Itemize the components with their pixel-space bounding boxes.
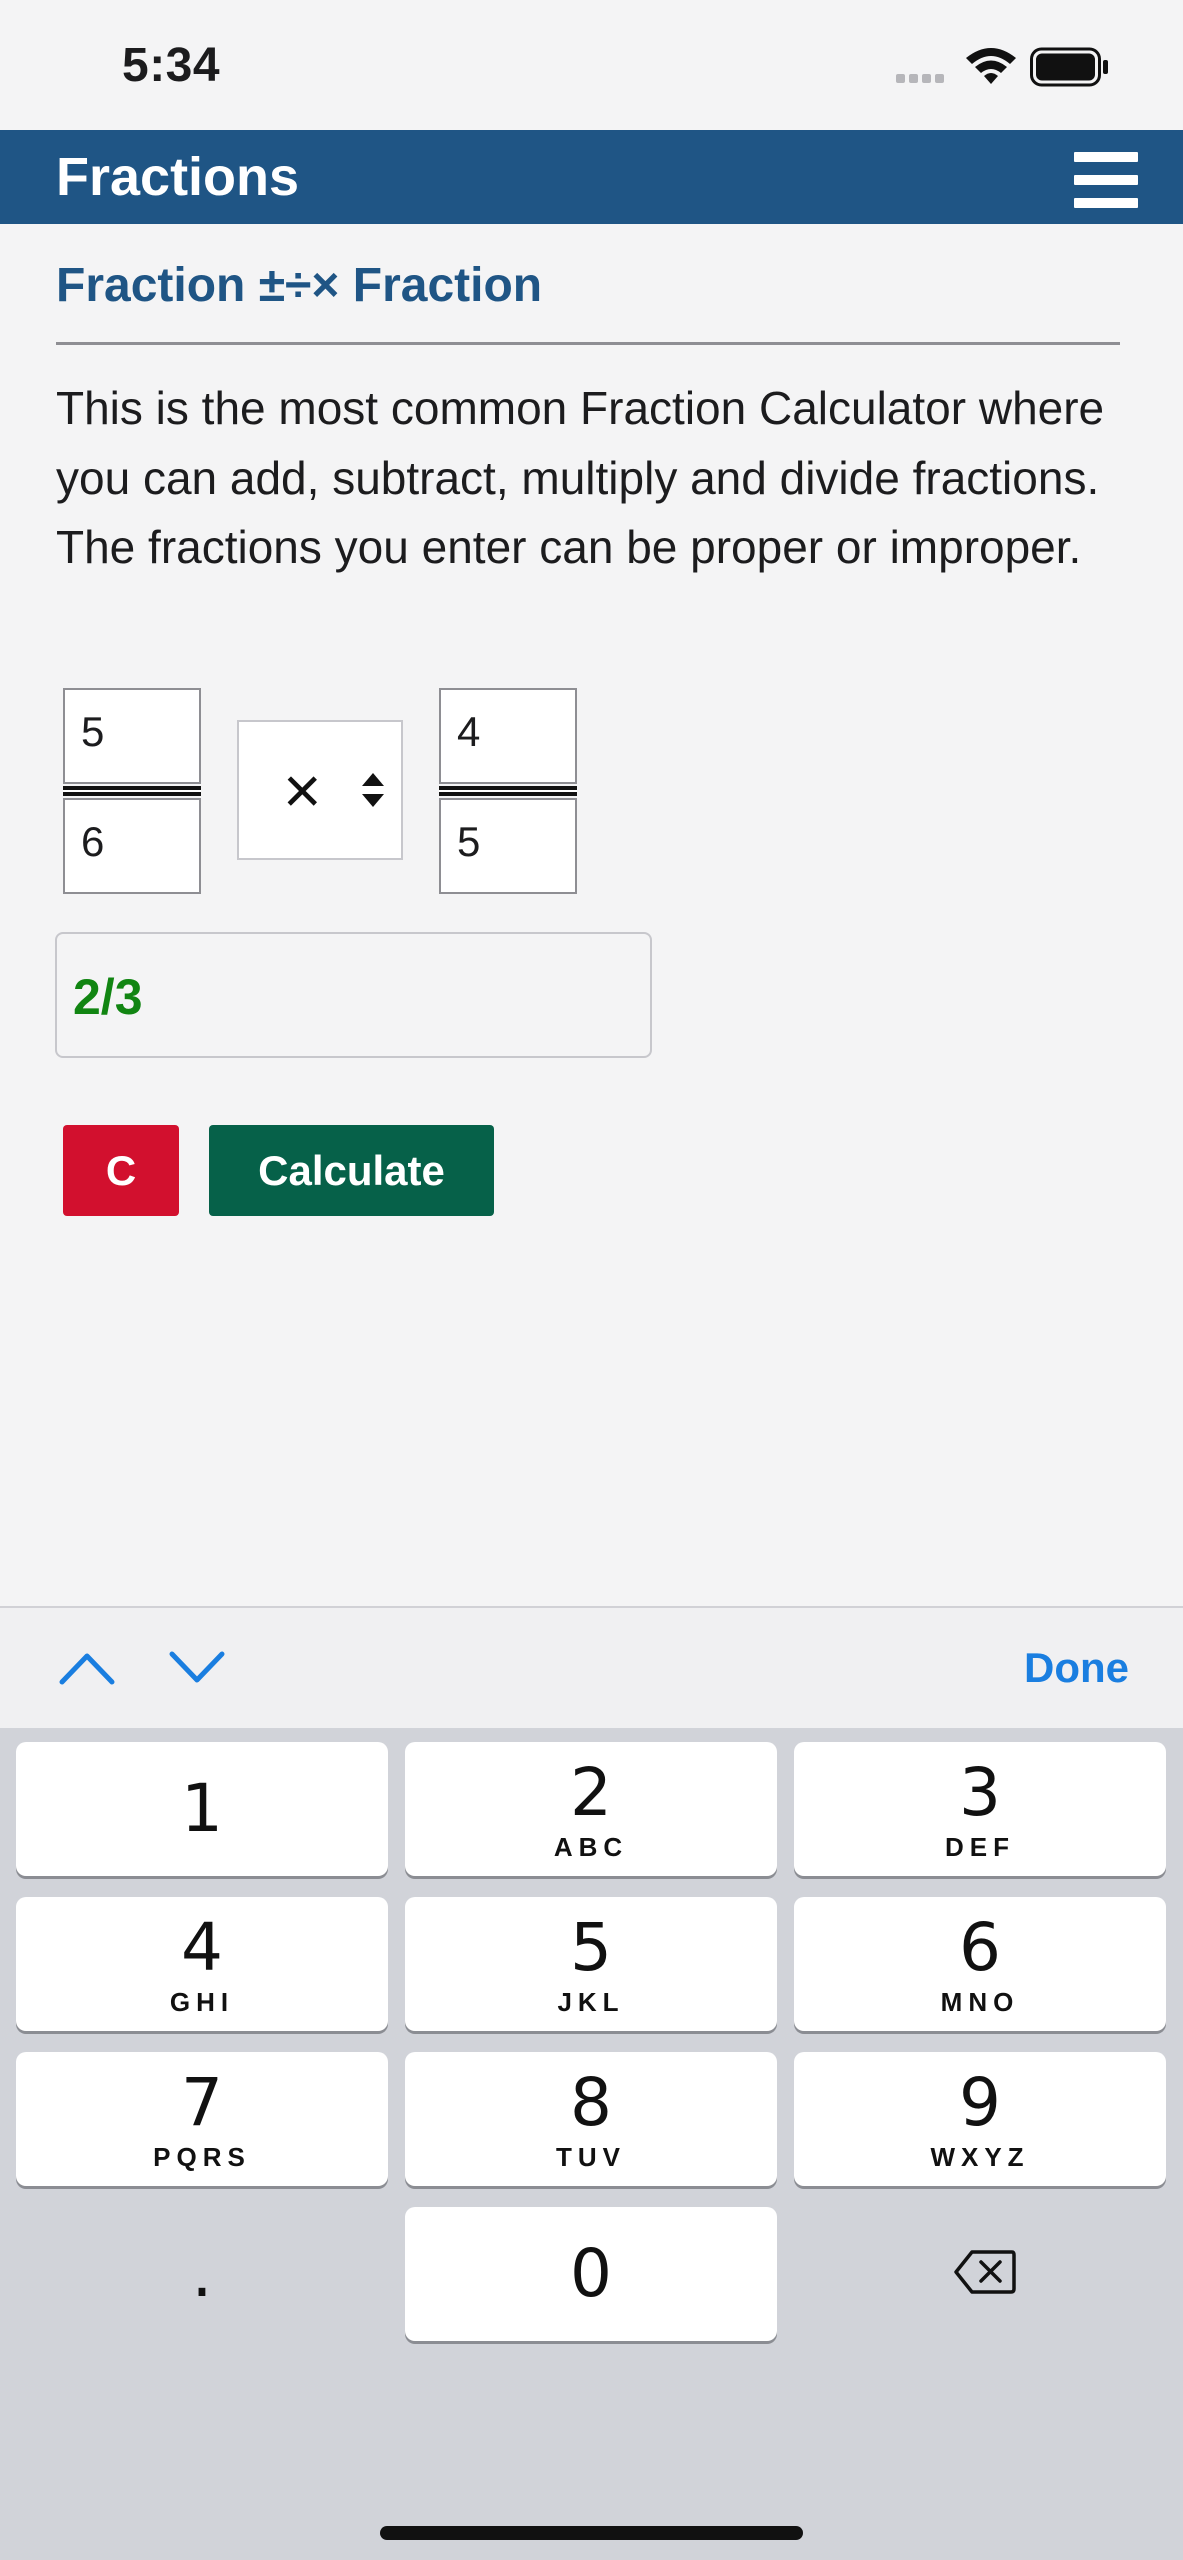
fraction1-numerator-input[interactable]: 5 [63,688,201,784]
heading-divider [56,342,1120,345]
operator-value: × [283,753,322,827]
key-digit: 4 [181,1909,223,1986]
clear-button[interactable]: C [63,1125,179,1216]
calculator-description: This is the most common Fraction Calcula… [56,382,1105,573]
fraction2-bar [439,786,577,796]
key-letters: JKL [557,1987,625,2017]
fraction2-numerator-input[interactable]: 4 [439,688,577,784]
key-digit: 6 [959,1909,1001,1986]
key-0[interactable]: 0 [405,2207,777,2341]
key-digit: 2 [570,1754,612,1831]
key-backspace[interactable] [794,2207,1166,2341]
app-header: Fractions [0,130,1183,224]
key-letters: PQRS [153,2142,251,2172]
status-bar: 5:34 [0,0,1183,130]
operator-select[interactable]: × [237,720,403,860]
wifi-icon [966,48,1016,84]
key-8[interactable]: 8 TUV [405,2052,777,2186]
app-title: Fractions [56,147,300,207]
select-arrows-icon [362,773,384,807]
home-indicator [380,2526,803,2540]
result-field: 2/3 [55,932,652,1058]
key-digit: 5 [570,1909,612,1986]
status-time: 5:34 [122,39,221,92]
key-letters: DEF [945,1832,1015,1862]
numeric-keypad: 1 2 ABC 3 DEF 4 GHI 5 JKL 6 MNO 7 PQRS 8… [0,1728,1183,2560]
keyboard-accessory-bar: Done [0,1606,1183,1728]
key-2[interactable]: 2 ABC [405,1742,777,1876]
chevron-down-icon[interactable] [168,1648,226,1688]
key-letters: TUV [556,2142,626,2172]
key-3[interactable]: 3 DEF [794,1742,1166,1876]
key-letters: WXYZ [930,2142,1030,2172]
key-digit: . [191,2235,213,2312]
key-digit: 7 [181,2064,223,2141]
result-value: 2/3 [73,969,143,1025]
key-digit: 3 [959,1754,1001,1831]
backspace-icon [954,2250,1016,2294]
calculator-heading: Fraction ±÷× Fraction [56,259,543,312]
key-digit: 1 [181,1770,223,1847]
key-1[interactable]: 1 [16,1742,388,1876]
fraction1-denominator-input[interactable]: 6 [63,798,201,894]
key-letters: MNO [940,1987,1020,2017]
key-letters: GHI [169,1987,235,2017]
key-digit: 9 [959,2064,1001,2141]
fraction1-bar [63,786,201,796]
key-6[interactable]: 6 MNO [794,1897,1166,2031]
done-button[interactable]: Done [1024,1644,1129,1692]
key-letters: ABC [553,1832,629,1862]
hamburger-menu-icon[interactable] [1074,152,1138,208]
key-9[interactable]: 9 WXYZ [794,2052,1166,2186]
chevron-up-icon[interactable] [58,1648,116,1688]
key-digit: 0 [570,2235,612,2312]
fraction2-denominator-input[interactable]: 5 [439,798,577,894]
battery-icon [1030,47,1108,87]
calculate-button[interactable]: Calculate [209,1125,494,1216]
key-digit: 8 [570,2064,612,2141]
key-4[interactable]: 4 GHI [16,1897,388,2031]
key-5[interactable]: 5 JKL [405,1897,777,2031]
key-decimal[interactable]: . [16,2207,388,2341]
key-7[interactable]: 7 PQRS [16,2052,388,2186]
